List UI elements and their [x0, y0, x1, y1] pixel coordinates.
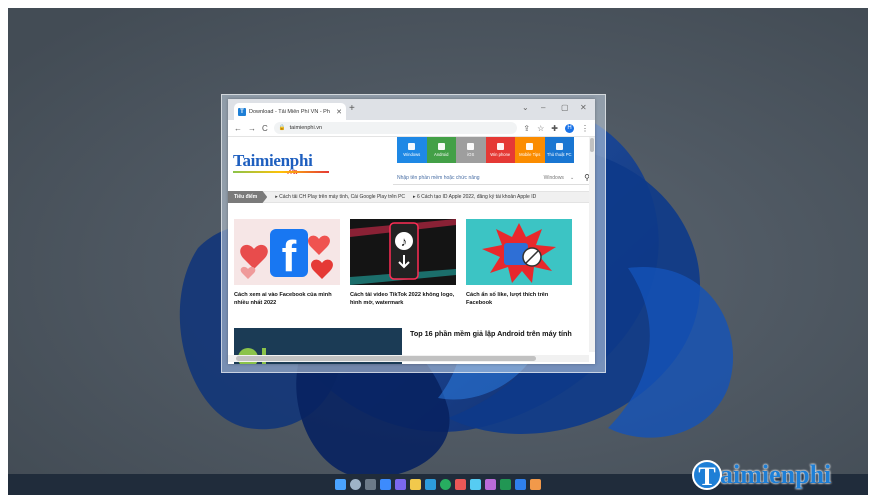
chrome-icon[interactable]: [440, 479, 451, 490]
start-windows-icon[interactable]: [335, 479, 346, 490]
forward-arrow-icon[interactable]: →: [248, 124, 256, 133]
tab-close-icon[interactable]: ✕: [336, 108, 342, 116]
task-view-icon[interactable]: [365, 479, 376, 490]
category-windows[interactable]: Windows: [397, 137, 427, 163]
article-cards: f Cách xem ai vào Facebook của mình nhiề…: [234, 219, 572, 307]
category-label: Android: [434, 152, 449, 157]
taimienphi-watermark: T aimienphi: [692, 455, 831, 495]
hidden-likes-thumbnail: [466, 219, 572, 285]
category-nav: Windows Android iOS Win phone Mobile Tip…: [397, 137, 574, 163]
apple-icon: [467, 143, 475, 150]
article-title: Cách xem ai vào Facebook của mình nhiều …: [234, 292, 332, 306]
logo-text: Taimienphi: [233, 151, 313, 170]
category-ios[interactable]: iOS: [456, 137, 486, 163]
winphone-icon: [496, 143, 504, 150]
back-arrow-icon[interactable]: ←: [234, 124, 242, 133]
horizontal-scrollbar[interactable]: [228, 355, 589, 362]
chevron-down-icon[interactable]: ⌄: [570, 175, 574, 181]
vertical-scrollbar[interactable]: [589, 137, 595, 352]
reload-icon[interactable]: C: [262, 124, 268, 133]
article-card[interactable]: ♪ Cách tải video TikTok 2022 không logo,…: [350, 219, 456, 307]
android-icon: [437, 143, 445, 150]
bulb-icon: [555, 143, 563, 150]
browser-toolbar: ← → C 🔒 taimienphi.vn ⇪ ☆ ✚ H ⋮: [228, 120, 595, 137]
lock-icon: 🔒: [278, 125, 286, 131]
new-tab-icon[interactable]: +: [349, 103, 355, 114]
platform-select[interactable]: Windows: [544, 175, 564, 181]
menu-kebab-icon[interactable]: ⋮: [581, 124, 589, 133]
category-mobile-tips[interactable]: Mobile Tips: [515, 137, 545, 163]
close-window-icon[interactable]: ✕: [580, 103, 587, 112]
article-title: Cách tải video TikTok 2022 không logo, h…: [350, 292, 455, 306]
featured-article-title[interactable]: Top 16 phần mềm giả lập Android trên máy…: [410, 328, 590, 339]
tiktok-thumbnail: ♪: [350, 219, 456, 285]
search-input[interactable]: Nhập tên phần mềm hoặc chức năng: [393, 175, 544, 181]
ticker-item[interactable]: ▸ 6 Cách tạo ID Apple 2022, đăng ký tài …: [413, 194, 536, 200]
app-icon[interactable]: [530, 479, 541, 490]
article-card[interactable]: Cách ẩn số like, lượt thích trên Faceboo…: [466, 219, 572, 307]
browser-window: T Download - Tải Miễn Phí VN - Ph ✕ + ⌄ …: [228, 99, 595, 364]
profile-avatar[interactable]: H: [565, 123, 574, 133]
app-icon[interactable]: [485, 479, 496, 490]
facebook-thumbnail: f: [234, 219, 340, 285]
watermark-letter: T: [692, 460, 722, 491]
app-icon[interactable]: [515, 479, 526, 490]
tiktok-download-illustration: ♪: [350, 219, 456, 285]
category-label: Mobile Tips: [519, 152, 541, 157]
maximize-icon[interactable]: ▢: [561, 103, 569, 112]
minimize-icon[interactable]: –: [541, 103, 545, 112]
edge-icon[interactable]: [425, 479, 436, 490]
category-label: iOS: [467, 152, 475, 157]
category-label: Windows: [403, 152, 421, 157]
scroll-thumb[interactable]: [590, 138, 594, 152]
article-card[interactable]: f Cách xem ai vào Facebook của mình nhiề…: [234, 219, 340, 307]
ticker-item[interactable]: ▸ Cách tải CH Play trên máy tính, Cài Go…: [275, 194, 405, 200]
article-title: Cách ẩn số like, lượt thích trên Faceboo…: [466, 292, 549, 306]
chat-icon[interactable]: [395, 479, 406, 490]
lightbulb-icon: [526, 143, 534, 150]
app-icon[interactable]: [455, 479, 466, 490]
bookmark-star-icon[interactable]: ☆: [537, 124, 544, 133]
site-search-bar: Nhập tên phần mềm hoặc chức năng Windows…: [393, 171, 590, 185]
file-explorer-icon[interactable]: [410, 479, 421, 490]
search-icon[interactable]: [350, 479, 361, 490]
svg-text:f: f: [282, 232, 297, 281]
taimienphi-favicon-icon: T: [238, 107, 246, 116]
url-text: taimienphi.vn: [289, 125, 323, 131]
site-header: Taimienphi .vn Windows Android iOS Win p…: [228, 137, 595, 191]
widgets-icon[interactable]: [380, 479, 391, 490]
tab-search-chevron-icon[interactable]: ⌄: [522, 103, 529, 112]
svg-text:♪: ♪: [401, 234, 408, 249]
category-winphone[interactable]: Win phone: [485, 137, 515, 163]
category-label: Thủ thuật PC: [546, 152, 572, 157]
extensions-puzzle-icon[interactable]: ✚: [551, 124, 558, 133]
tab-strip: T Download - Tải Miễn Phí VN - Ph ✕ + ⌄ …: [228, 99, 595, 120]
app-icon[interactable]: [470, 479, 481, 490]
share-icon[interactable]: ⇪: [523, 124, 530, 133]
scroll-thumb[interactable]: [236, 356, 536, 361]
ticker-item-text: Cách tải CH Play trên máy tính, Cài Goog…: [279, 194, 406, 200]
category-pc-tips[interactable]: Thủ thuật PC: [544, 137, 574, 163]
logo-color-bar: [233, 171, 329, 173]
app-icon[interactable]: [500, 479, 511, 490]
browser-tab[interactable]: T Download - Tải Miễn Phí VN - Ph ✕: [234, 103, 346, 120]
category-android[interactable]: Android: [426, 137, 456, 163]
facebook-heart-illustration: f: [234, 219, 340, 285]
ticker-label: Tiêu điểm: [228, 191, 268, 203]
address-bar[interactable]: 🔒 taimienphi.vn: [273, 122, 518, 134]
category-label: Win phone: [490, 152, 511, 157]
tab-title: Download - Tải Miễn Phí VN - Ph: [249, 108, 330, 115]
watermark-text: aimienphi: [720, 460, 832, 489]
ticker-item-text: 6 Cách tạo ID Apple 2022, đăng ký tài kh…: [416, 194, 537, 200]
windows-icon: [408, 143, 416, 150]
site-logo[interactable]: Taimienphi .vn: [233, 151, 329, 176]
news-ticker: Tiêu điểm ▸ Cách tải CH Play trên máy tí…: [228, 191, 595, 203]
thumbs-up-illustration: [466, 219, 572, 285]
